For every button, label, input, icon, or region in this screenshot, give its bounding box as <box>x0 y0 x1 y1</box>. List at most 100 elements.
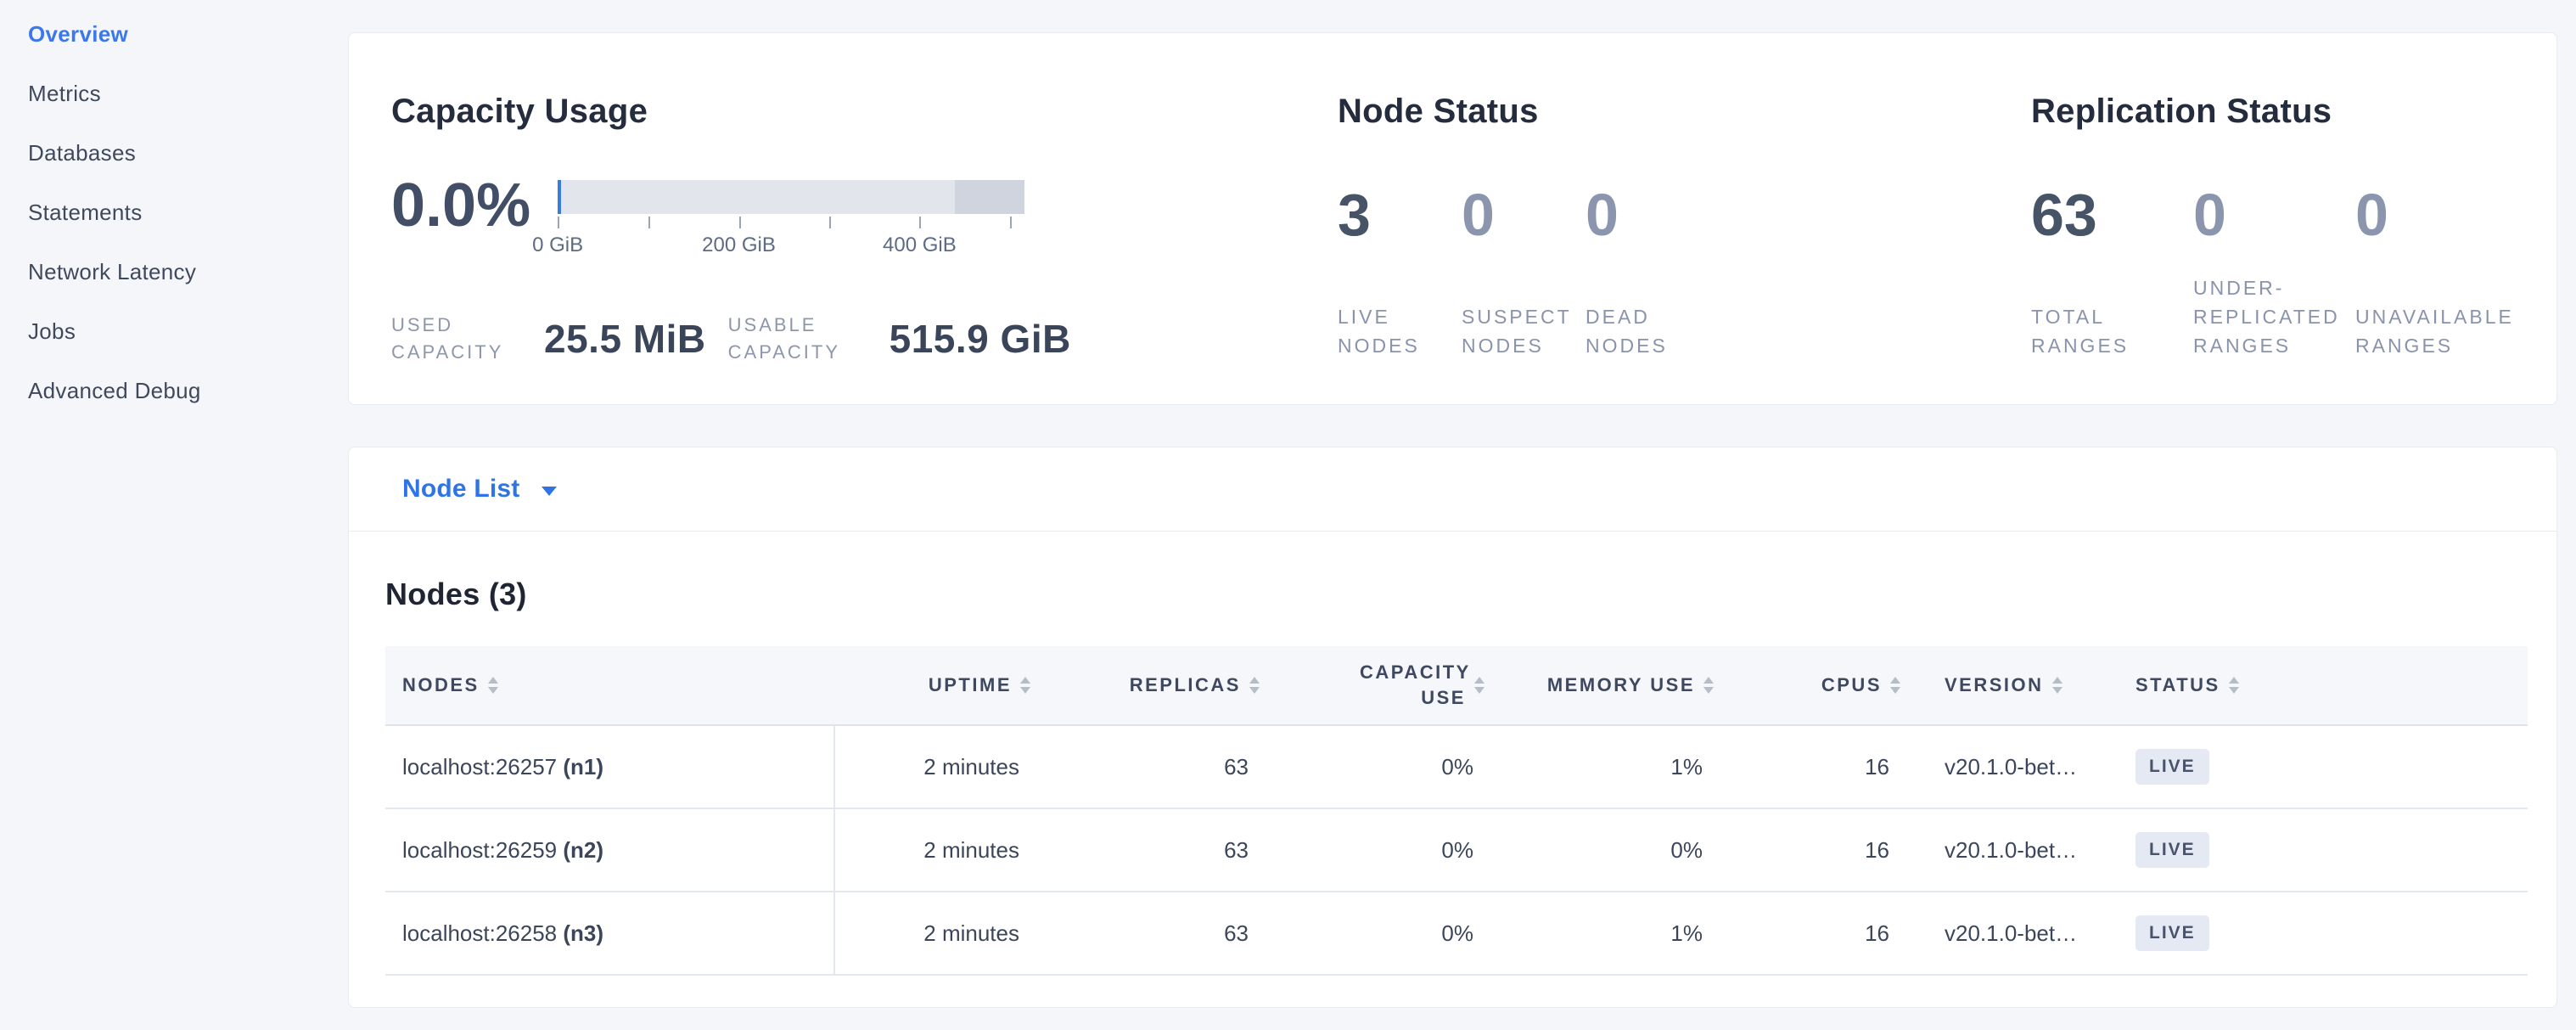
column-header-replicas[interactable]: Replicas <box>1030 674 1260 696</box>
version-cell: v20.1.0-bet… <box>1900 920 2135 946</box>
live-nodes-label: LIVE NODES <box>1338 302 1462 360</box>
column-label-nodes: Nodes <box>402 674 480 696</box>
suspect-nodes-stat: 0 SUSPECT NODES <box>1462 189 1585 360</box>
nodes-count-heading: Nodes (3) <box>385 577 2526 612</box>
capacity-stats: USED CAPACITY 25.5 MiB USABLE CAPACITY 5… <box>391 312 1338 366</box>
used-capacity-stat: USED CAPACITY 25.5 MiB <box>391 312 706 366</box>
sidebar-item-metrics[interactable]: Metrics <box>28 82 334 105</box>
cpus-cell: 16 <box>1714 754 1900 780</box>
node-address-link[interactable]: localhost:26259 (n2) <box>385 809 835 891</box>
node-status-stats: 3 LIVE NODES 0 SUSPECT NODES 0 DEAD NODE… <box>1338 189 2031 360</box>
capacity-gauge-row: 0.0% 0 GiB <box>391 178 1338 259</box>
status-cell: LIVE <box>2135 749 2528 785</box>
column-label-replicas: Replicas <box>1130 674 1241 696</box>
sidebar-item-network-latency[interactable]: Network Latency <box>28 260 334 284</box>
unavailable-ranges-label: UNAVAILABLE RANGES <box>2355 302 2514 360</box>
nodes-table-header: Nodes Uptime Replicas Capacity Use <box>385 646 2528 726</box>
suspect-nodes-value: 0 <box>1462 189 1585 241</box>
used-capacity-value: 25.5 MiB <box>544 316 706 362</box>
uptime-cell: 2 minutes <box>835 920 1030 946</box>
usable-capacity-value: 515.9 GiB <box>890 316 1071 362</box>
live-nodes-value: 3 <box>1338 189 1462 241</box>
capacity-gauge-bar <box>558 180 1024 214</box>
version-cell: v20.1.0-bet… <box>1900 837 2135 863</box>
column-header-status[interactable]: Status <box>2135 674 2528 696</box>
live-nodes-stat: 3 LIVE NODES <box>1338 189 1462 360</box>
status-badge: LIVE <box>2135 832 2209 868</box>
column-header-capacity-use[interactable]: Capacity Use <box>1260 660 1484 711</box>
under-replicated-ranges-value: 0 <box>2193 189 2355 241</box>
column-header-cpus[interactable]: CPUs <box>1714 674 1900 696</box>
sort-icon <box>1474 677 1484 694</box>
unavailable-ranges-value: 0 <box>2355 189 2514 241</box>
under-replicated-ranges-stat: 0 UNDER- REPLICATED RANGES <box>2193 189 2355 360</box>
sidebar-item-jobs[interactable]: Jobs <box>28 319 334 343</box>
node-address-link[interactable]: localhost:26257 (n1) <box>385 726 835 808</box>
column-header-memory-use[interactable]: Memory Use <box>1484 674 1714 696</box>
sort-icon <box>1249 677 1260 694</box>
nodes-table: Nodes Uptime Replicas Capacity Use <box>385 646 2528 976</box>
dead-nodes-value: 0 <box>1585 189 1709 241</box>
capacity-use-cell: 0% <box>1260 837 1484 863</box>
table-row-node-1: localhost:26257 (n1) 2 minutes 63 0% 1% … <box>385 726 2528 809</box>
column-label-version: Version <box>1945 674 2044 696</box>
sidebar-item-overview[interactable]: Overview <box>28 22 334 46</box>
sort-icon <box>1703 677 1714 694</box>
column-header-nodes[interactable]: Nodes <box>385 674 835 696</box>
node-list-dropdown[interactable]: Node List <box>402 475 557 504</box>
replicas-cell: 63 <box>1030 754 1260 780</box>
axis-label-200gib: 200 GiB <box>702 234 776 257</box>
node-name: (n1) <box>563 754 603 780</box>
capacity-gauge: 0 GiB 200 GiB 400 GiB <box>558 180 1024 259</box>
sort-icon <box>1020 677 1030 694</box>
node-list-body: Nodes (3) Nodes Uptime Replicas <box>349 577 2556 976</box>
capacity-usage-title: Capacity Usage <box>391 93 1338 131</box>
capacity-use-cell: 0% <box>1260 920 1484 946</box>
status-cell: LIVE <box>2135 915 2528 951</box>
column-header-version[interactable]: Version <box>1900 674 2135 696</box>
axis-label-0gib: 0 GiB <box>532 234 583 257</box>
node-list-card: Node List Nodes (3) Nodes Uptime <box>348 447 2557 1008</box>
capacity-gauge-axis <box>558 217 1024 230</box>
replicas-cell: 63 <box>1030 920 1260 946</box>
version-cell: v20.1.0-bet… <box>1900 754 2135 780</box>
capacity-usage-section: Capacity Usage 0.0% <box>391 33 1338 404</box>
usable-capacity-label: USABLE CAPACITY <box>728 312 890 366</box>
suspect-nodes-label: SUSPECT NODES <box>1462 302 1585 360</box>
replication-stats: 63 TOTAL RANGES 0 UNDER- REPLICATED RANG… <box>2031 189 2556 360</box>
node-address-link[interactable]: localhost:26258 (n3) <box>385 892 835 974</box>
column-header-uptime[interactable]: Uptime <box>835 674 1030 696</box>
node-name: (n2) <box>563 837 603 863</box>
sidebar-item-databases[interactable]: Databases <box>28 141 334 165</box>
replication-status-section: Replication Status 63 TOTAL RANGES 0 UND… <box>2031 33 2556 404</box>
capacity-gauge-labels: 0 GiB 200 GiB 400 GiB <box>558 234 1024 259</box>
capacity-percent-value: 0.0% <box>391 178 530 233</box>
sidebar-item-statements[interactable]: Statements <box>28 200 334 224</box>
capacity-gauge-used-segment <box>558 180 561 214</box>
sidebar-item-advanced-debug[interactable]: Advanced Debug <box>28 379 334 402</box>
node-name: (n3) <box>563 920 603 946</box>
sort-icon <box>2052 677 2062 694</box>
node-status-title: Node Status <box>1338 93 2031 131</box>
memory-use-cell: 0% <box>1484 837 1714 863</box>
column-label-memory-use: Memory Use <box>1547 674 1695 696</box>
replication-status-title: Replication Status <box>2031 93 2556 131</box>
chevron-down-icon <box>542 487 557 496</box>
node-status-section: Node Status 3 LIVE NODES 0 SUSPECT NODES… <box>1338 33 2031 404</box>
memory-use-cell: 1% <box>1484 920 1714 946</box>
status-badge: LIVE <box>2135 915 2209 951</box>
uptime-cell: 2 minutes <box>835 754 1030 780</box>
under-replicated-ranges-label: UNDER- REPLICATED RANGES <box>2193 273 2355 360</box>
used-capacity-label: USED CAPACITY <box>391 312 544 366</box>
column-label-cpus: CPUs <box>1821 674 1882 696</box>
total-ranges-value: 63 <box>2031 189 2193 241</box>
total-ranges-label: TOTAL RANGES <box>2031 302 2193 360</box>
replicas-cell: 63 <box>1030 837 1260 863</box>
dead-nodes-label: DEAD NODES <box>1585 302 1709 360</box>
column-label-uptime: Uptime <box>929 674 1012 696</box>
cpus-cell: 16 <box>1714 920 1900 946</box>
status-badge: LIVE <box>2135 749 2209 785</box>
cluster-summary-card: Capacity Usage 0.0% <box>348 32 2557 405</box>
memory-use-cell: 1% <box>1484 754 1714 780</box>
total-ranges-stat: 63 TOTAL RANGES <box>2031 189 2193 360</box>
